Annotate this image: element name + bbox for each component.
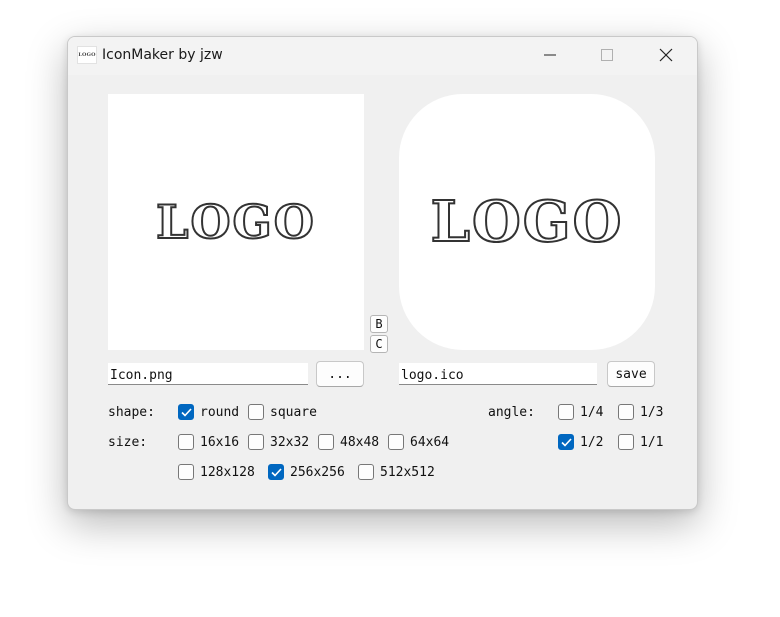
checkbox-label: 16x16 <box>200 434 240 450</box>
b-button[interactable]: B <box>370 315 388 333</box>
checkbox-label: 1/1 <box>640 434 664 450</box>
checkbox-label: square <box>270 404 317 420</box>
checkbox-box[interactable] <box>178 404 194 420</box>
output-file-input[interactable] <box>399 363 597 385</box>
shape-label: shape: <box>108 405 155 420</box>
minimize-icon <box>544 54 556 56</box>
checkbox-box[interactable] <box>618 434 634 450</box>
checkbox-label: 64x64 <box>410 434 450 450</box>
size-32-checkbox[interactable]: 32x32 <box>248 434 309 450</box>
title-bar[interactable]: LOGO IconMaker by jzw <box>68 37 697 75</box>
checkbox-label: 48x48 <box>340 434 380 450</box>
app-logo-icon: LOGO <box>77 46 97 64</box>
checkbox-box[interactable] <box>618 404 634 420</box>
size-128-checkbox[interactable]: 128x128 <box>178 464 255 480</box>
size-512-checkbox[interactable]: 512x512 <box>358 464 435 480</box>
checkbox-label: 512x512 <box>380 464 435 480</box>
output-logo-text: LOGO <box>430 188 624 256</box>
app-window: LOGO IconMaker by jzw LOGO LOGO B C ... … <box>67 36 698 510</box>
angle-label: angle: <box>488 405 535 420</box>
checkbox-label: 256x256 <box>290 464 345 480</box>
checkbox-label: 1/3 <box>640 404 664 420</box>
check-icon <box>270 467 282 477</box>
checkbox-box[interactable] <box>558 434 574 450</box>
checkbox-label: 1/2 <box>580 434 604 450</box>
source-image-preview: LOGO <box>108 94 364 350</box>
maximize-icon <box>601 49 613 61</box>
size-label: size: <box>108 435 148 450</box>
angle-1-3-checkbox[interactable]: 1/3 <box>618 404 663 420</box>
maximize-button[interactable] <box>584 37 630 73</box>
close-icon <box>659 48 673 62</box>
window-title: IconMaker by jzw <box>102 47 223 63</box>
source-file-input[interactable] <box>108 363 308 385</box>
checkbox-box[interactable] <box>268 464 284 480</box>
angle-1-2-checkbox[interactable]: 1/2 <box>558 434 603 450</box>
checkbox-box[interactable] <box>388 434 404 450</box>
size-48-checkbox[interactable]: 48x48 <box>318 434 379 450</box>
checkbox-label: 128x128 <box>200 464 255 480</box>
minimize-button[interactable] <box>527 37 573 73</box>
source-logo-text: LOGO <box>155 194 316 250</box>
checkbox-box[interactable] <box>318 434 334 450</box>
angle-1-4-checkbox[interactable]: 1/4 <box>558 404 603 420</box>
size-64-checkbox[interactable]: 64x64 <box>388 434 449 450</box>
size-256-checkbox[interactable]: 256x256 <box>268 464 345 480</box>
shape-round-checkbox[interactable]: round <box>178 404 239 420</box>
close-button[interactable] <box>643 37 689 73</box>
checkbox-box[interactable] <box>358 464 374 480</box>
checkbox-box[interactable] <box>558 404 574 420</box>
angle-1-1-checkbox[interactable]: 1/1 <box>618 434 663 450</box>
check-icon <box>560 437 572 447</box>
shape-square-checkbox[interactable]: square <box>248 404 317 420</box>
checkbox-label: round <box>200 404 240 420</box>
browse-button[interactable]: ... <box>316 361 364 387</box>
size-16-checkbox[interactable]: 16x16 <box>178 434 239 450</box>
checkbox-box[interactable] <box>248 404 264 420</box>
save-button[interactable]: save <box>607 361 655 387</box>
checkbox-box[interactable] <box>248 434 264 450</box>
checkbox-box[interactable] <box>178 464 194 480</box>
output-icon-preview: LOGO <box>399 94 655 350</box>
app-logo-text: LOGO <box>78 52 96 58</box>
checkbox-label: 32x32 <box>270 434 310 450</box>
checkbox-box[interactable] <box>178 434 194 450</box>
checkbox-label: 1/4 <box>580 404 604 420</box>
c-button[interactable]: C <box>370 335 388 353</box>
check-icon <box>180 407 192 417</box>
